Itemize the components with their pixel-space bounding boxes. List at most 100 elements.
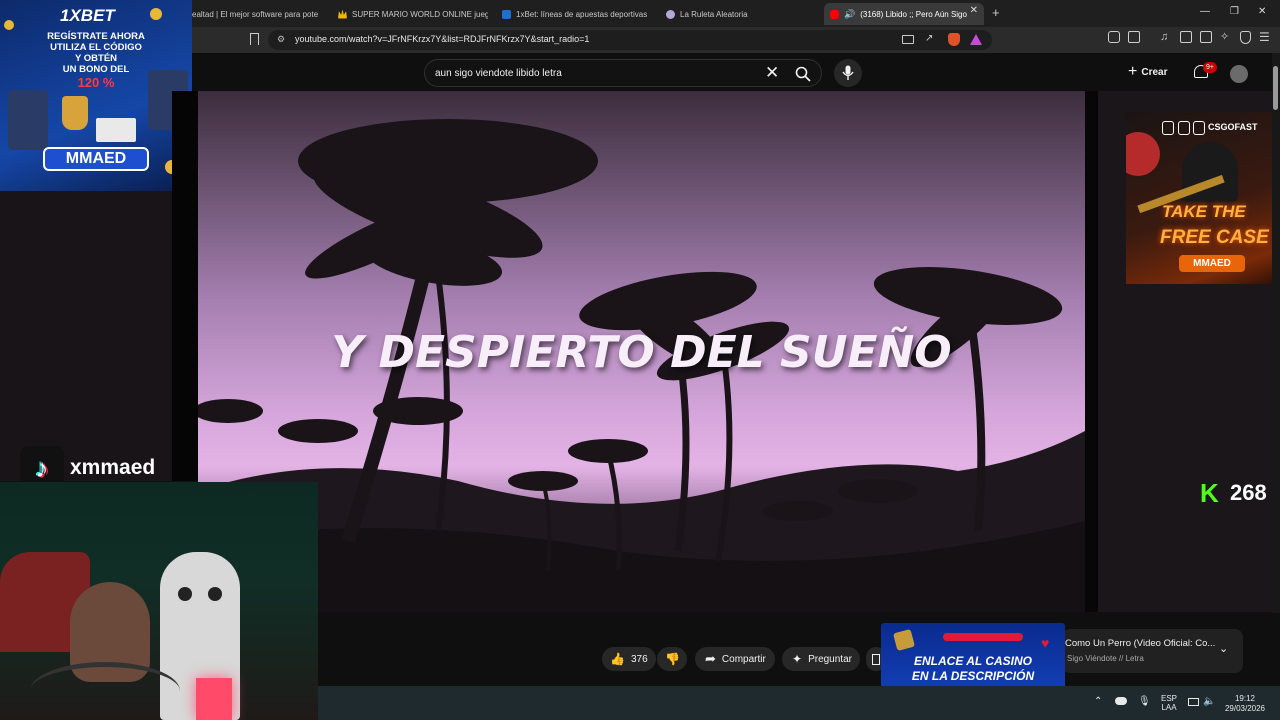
clock-time: 19:12 bbox=[1234, 694, 1256, 703]
avatar[interactable] bbox=[1230, 65, 1248, 83]
coin-icon bbox=[4, 20, 14, 30]
sidebar-icon[interactable] bbox=[1180, 31, 1192, 43]
reader-mode-icon[interactable] bbox=[1128, 31, 1140, 43]
network-icon[interactable] bbox=[1188, 698, 1199, 706]
page-scrollbar[interactable] bbox=[1272, 53, 1280, 613]
create-button[interactable]: + Crear bbox=[1128, 60, 1167, 84]
gift-box-icon bbox=[96, 118, 136, 142]
new-tab-button[interactable]: + bbox=[992, 5, 1000, 20]
xbet-promo-code: MMAED bbox=[43, 147, 149, 171]
close-tab-icon[interactable]: ✕ bbox=[970, 5, 978, 16]
notification-badge: 9+ bbox=[1203, 62, 1217, 73]
dislike-button[interactable]: 👎 bbox=[657, 647, 687, 671]
tab-label: SUPER MARIO WORLD ONLINE jueg bbox=[352, 9, 488, 19]
search-icon[interactable] bbox=[795, 66, 811, 82]
wheel-icon bbox=[666, 9, 675, 19]
speaker-icon: 🔊 bbox=[844, 8, 856, 19]
minimize-icon[interactable]: — bbox=[1200, 6, 1210, 17]
bookmark-icon[interactable] bbox=[250, 33, 259, 45]
site-settings-icon[interactable]: ⚙ bbox=[277, 34, 285, 45]
coin-icon bbox=[150, 8, 162, 20]
onedrive-icon[interactable] bbox=[1115, 697, 1127, 705]
xbet-line1: REGÍSTRATE AHORA bbox=[47, 31, 145, 42]
browser-tab-strip: ealtad | El mejor software para pote SUP… bbox=[0, 0, 1280, 27]
csgo-promo-code: MMAED bbox=[1179, 255, 1245, 272]
chair-hole bbox=[178, 587, 192, 601]
csgofast-promo-overlay: CSGOFAST TAKE THE FREE CASE MMAED bbox=[1126, 112, 1280, 284]
tab-label: La Ruleta Aleatoria bbox=[680, 9, 748, 19]
trophy-icon bbox=[62, 96, 88, 130]
menu-icon[interactable]: ☰ bbox=[1259, 30, 1270, 44]
tray-overflow-icon[interactable]: ⌃ bbox=[1094, 696, 1102, 707]
microphone-tray-icon[interactable]: 🎙 bbox=[1138, 696, 1151, 707]
brave-rewards-icon[interactable] bbox=[970, 34, 982, 45]
video-lyric-text: Y DESPIERTO DEL SUEÑO bbox=[331, 327, 952, 378]
wallet-icon[interactable] bbox=[1200, 31, 1212, 43]
steering-wheel bbox=[30, 662, 180, 720]
pink-lamp bbox=[196, 678, 232, 720]
windows-taskbar: ⌃ 🎙 ESP LAA 🔈 19:12 29/03/2026 bbox=[318, 686, 1280, 720]
clock[interactable]: 19:12 29/03/2026 bbox=[1218, 694, 1272, 714]
search-input[interactable]: aun sigo viendote libido letra bbox=[435, 68, 562, 79]
close-window-icon[interactable]: ✕ bbox=[1258, 6, 1266, 17]
music-icon[interactable]: ♫ bbox=[1160, 31, 1168, 43]
address-toolbar: ⚙ youtube.com/watch?v=JFrNFKrzx7Y&list=R… bbox=[0, 27, 1280, 53]
pillarbox-left bbox=[172, 91, 198, 481]
csgo-take-text: TAKE THE bbox=[1162, 202, 1246, 221]
kick-icon: K bbox=[1200, 478, 1219, 508]
ask-label: Preguntar bbox=[808, 653, 852, 665]
share-label: Compartir bbox=[721, 653, 766, 665]
red-ball bbox=[1126, 132, 1160, 176]
clear-search-icon[interactable]: ✕ bbox=[765, 63, 779, 83]
red-streak bbox=[943, 633, 1023, 641]
thumbs-down-icon: 👎 bbox=[665, 652, 680, 666]
vpn-shield-icon[interactable] bbox=[1240, 31, 1251, 44]
search-box[interactable]: aun sigo viendote libido letra ✕ bbox=[424, 59, 822, 87]
crown-icon bbox=[338, 9, 347, 19]
phone-mockup bbox=[8, 90, 48, 150]
icon-box bbox=[1162, 121, 1174, 135]
address-bar[interactable]: ⚙ youtube.com/watch?v=JFrNFKrzx7Y&list=R… bbox=[268, 30, 992, 50]
streamer-webcam bbox=[0, 482, 318, 720]
playlist-subtitle: Sigo Viéndote // Letra bbox=[1067, 654, 1144, 663]
sparkle-icon: ✦ bbox=[792, 652, 803, 666]
tab-youtube-active[interactable]: 🔊 (3168) Libido ;; Pero Aún Sigo ✕ bbox=[824, 3, 984, 25]
language-indicator[interactable]: ESP LAA bbox=[1161, 694, 1177, 712]
tab-1xbet[interactable]: 1xBet: líneas de apuestas deportivas bbox=[502, 3, 650, 25]
language-code: ESP bbox=[1161, 694, 1178, 703]
xbet-favicon-icon bbox=[502, 9, 511, 19]
kick-viewer-count: K 268 bbox=[1200, 480, 1267, 506]
create-label: Crear bbox=[1141, 66, 1168, 78]
video-player[interactable]: Y DESPIERTO DEL SUEÑO bbox=[198, 91, 1085, 612]
youtube-favicon-icon bbox=[830, 9, 839, 19]
xbet-line3: Y OBTÉN bbox=[74, 53, 118, 64]
url-text: youtube.com/watch?v=JFrNFKrzx7Y&list=RDJ… bbox=[295, 34, 590, 44]
chevron-down-icon[interactable]: ⌄ bbox=[1219, 642, 1228, 655]
tab-ealtad[interactable]: ealtad | El mejor software para pote bbox=[192, 3, 322, 25]
share-page-icon[interactable]: ↗ bbox=[925, 33, 933, 44]
like-count: 376 bbox=[630, 653, 648, 665]
like-button[interactable]: 👍 376 bbox=[602, 647, 656, 671]
playlist-next-title: Como Un Perro (Video Oficial: Co... bbox=[1065, 638, 1216, 649]
voice-search-button[interactable] bbox=[834, 59, 862, 87]
extensions-icon[interactable] bbox=[1108, 31, 1120, 43]
plus-icon: + bbox=[1128, 63, 1138, 80]
share-button[interactable]: ➦ Compartir bbox=[695, 647, 775, 671]
mix-playlist-panel[interactable]: Como Un Perro (Video Oficial: Co... Sigo… bbox=[1062, 629, 1243, 673]
save-bookmark-icon bbox=[872, 653, 880, 665]
pillarbox-right bbox=[1085, 91, 1098, 612]
icon-box bbox=[1193, 121, 1205, 135]
tab-ruleta[interactable]: La Ruleta Aleatoria bbox=[666, 3, 806, 25]
restore-icon[interactable]: ❐ bbox=[1230, 6, 1239, 17]
csgo-free-case-text: FREE CASE bbox=[1160, 227, 1269, 248]
tab-mario[interactable]: SUPER MARIO WORLD ONLINE jueg bbox=[338, 3, 488, 25]
scrollbar-thumb[interactable] bbox=[1273, 66, 1278, 110]
heart-icon: ♥ bbox=[1041, 635, 1050, 651]
youtube-header: aun sigo viendote libido letra ✕ + Crear… bbox=[0, 53, 1280, 91]
leo-ai-icon[interactable]: ✧ bbox=[1220, 30, 1229, 43]
cast-icon[interactable] bbox=[902, 35, 914, 44]
tab-label: (3168) Libido ;; Pero Aún Sigo bbox=[860, 9, 967, 19]
volume-icon[interactable]: 🔈 bbox=[1203, 696, 1215, 707]
brave-shield-icon[interactable] bbox=[948, 33, 960, 46]
ask-button[interactable]: ✦ Preguntar bbox=[782, 647, 860, 671]
